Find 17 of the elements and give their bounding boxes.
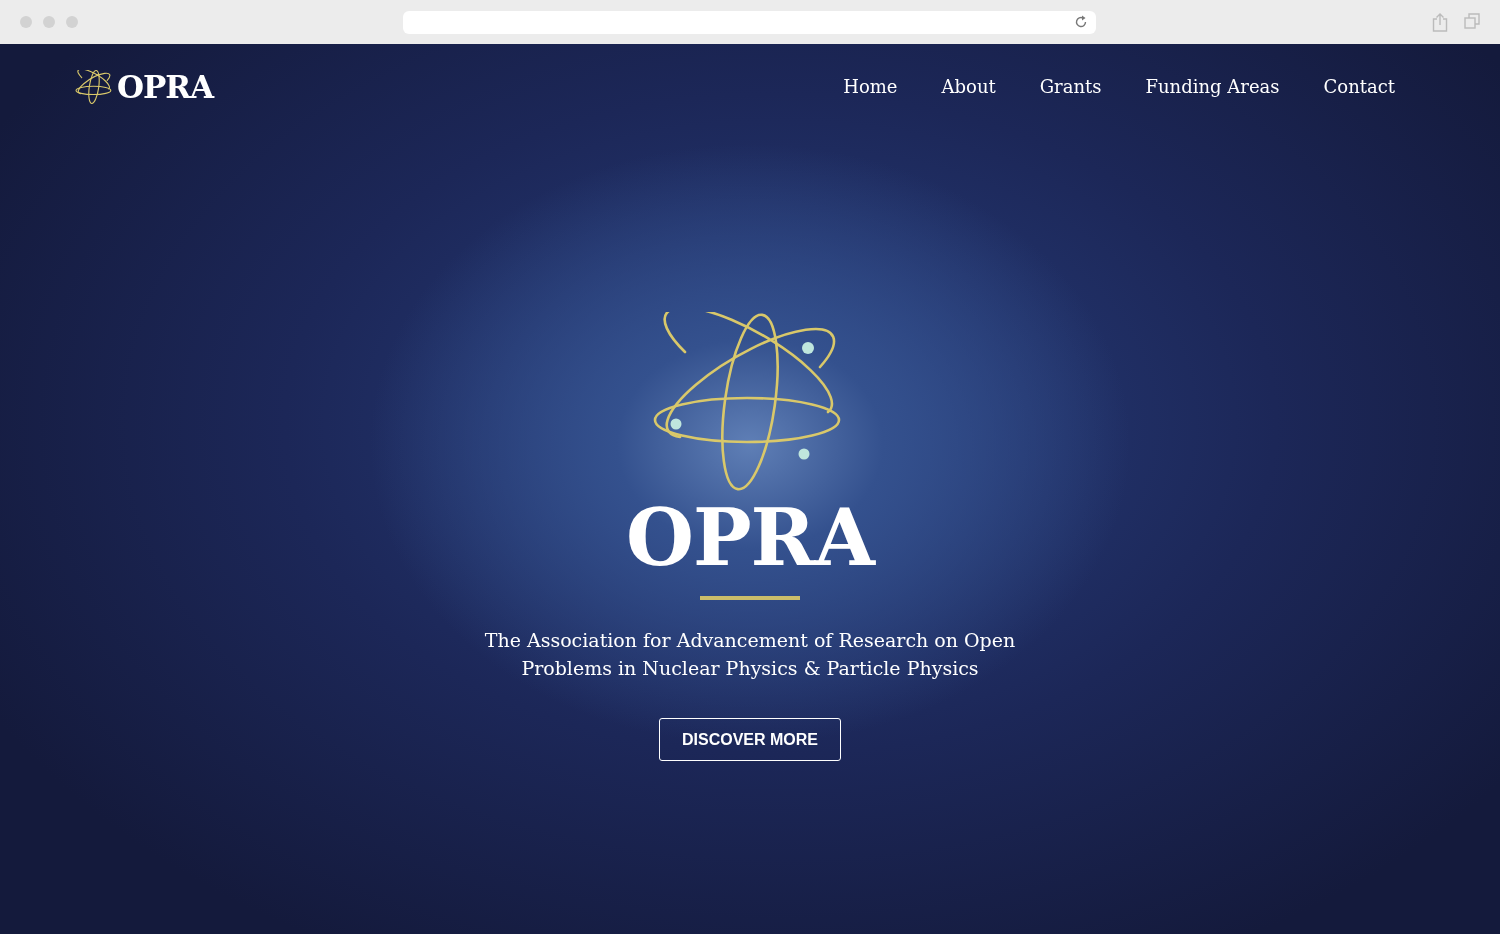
window-close-dot[interactable] xyxy=(20,16,32,28)
reload-icon[interactable] xyxy=(1074,15,1088,29)
share-icon[interactable] xyxy=(1432,12,1448,32)
address-field[interactable] xyxy=(403,10,1096,34)
atom-logo-icon xyxy=(75,69,113,104)
nav-link[interactable]: About xyxy=(941,76,996,97)
hero-title: OPRA xyxy=(626,492,874,584)
hero-subtitle: The Association for Advancement of Research on Open Problems in Nuclear Physics & Particle Physics xyxy=(483,628,1017,681)
nav-link[interactable]: Funding Areas xyxy=(1145,76,1280,97)
window-minimize-dot[interactable] xyxy=(43,16,55,28)
logo-text[interactable]: OPRA xyxy=(117,68,214,105)
tabs-icon[interactable] xyxy=(1464,12,1480,29)
window-zoom-dot[interactable] xyxy=(66,16,78,28)
nav-link[interactable]: Contact xyxy=(1323,76,1395,97)
nav-link[interactable]: Home xyxy=(843,76,898,97)
discover-more-button[interactable]: DISCOVER MORE xyxy=(659,718,841,761)
nav-link[interactable]: Grants xyxy=(1039,76,1102,97)
